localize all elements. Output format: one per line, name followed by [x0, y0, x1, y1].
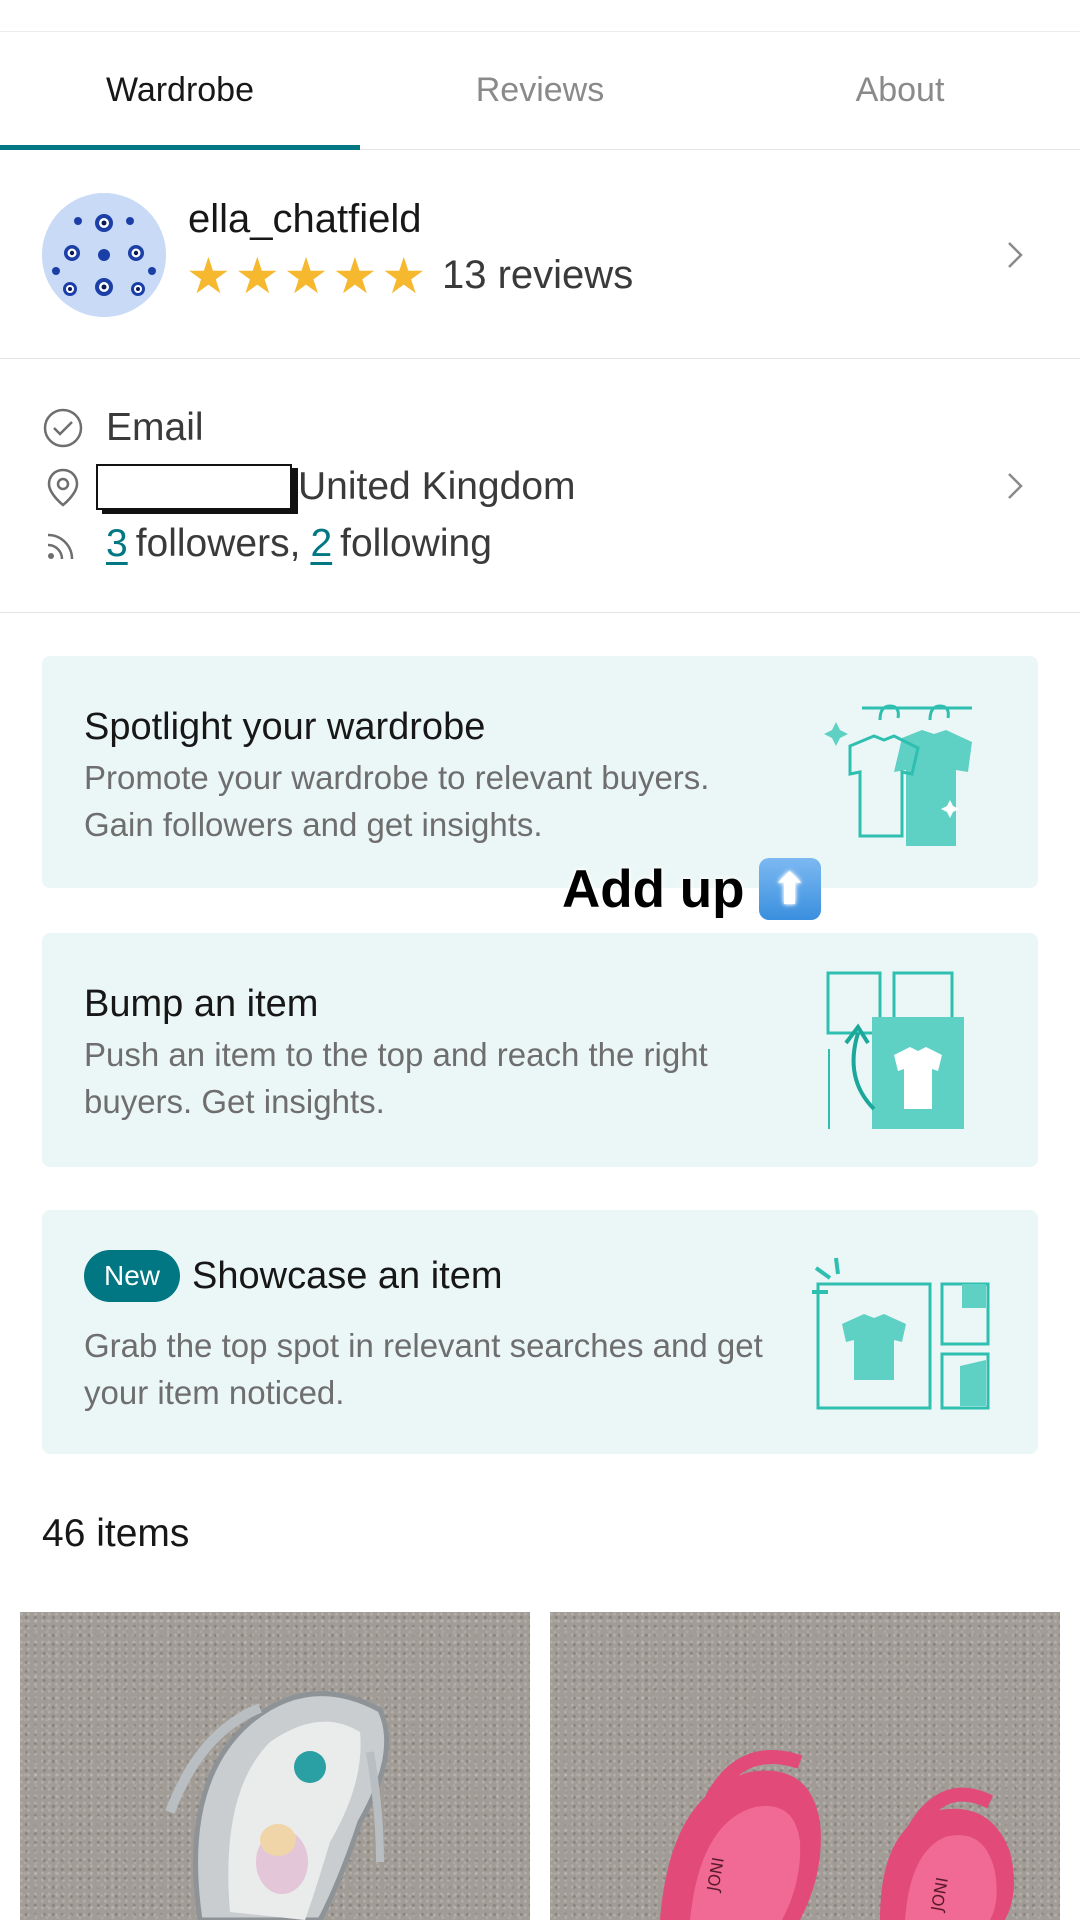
location-label: United Kingdom — [298, 465, 576, 508]
chevron-right-icon — [1008, 473, 1023, 499]
profile-summary-row[interactable]: ella_chatfield ★ ★ ★ ★ ★ 13 reviews — [0, 151, 1080, 359]
evil-eye-pattern-icon — [42, 193, 166, 317]
profile-tabs: Wardrobe Reviews About — [0, 32, 1080, 150]
star-icon: ★ — [332, 248, 378, 304]
star-icon: ★ — [381, 248, 427, 304]
following-count-link[interactable]: 2 — [310, 522, 332, 566]
profile-info-block[interactable]: Email United Kingdom 3 followers, 2 foll… — [0, 360, 1080, 613]
location-row: United Kingdom — [42, 464, 576, 510]
rating-stars: ★ ★ ★ ★ ★ — [186, 249, 426, 303]
spotlight-wardrobe-card[interactable]: Spotlight your wardrobe Promote your war… — [42, 656, 1038, 888]
reviews-count: 13 reviews — [442, 253, 634, 297]
following-label: following — [340, 522, 492, 565]
location-pin-icon — [47, 468, 79, 507]
status-bar-area — [0, 0, 1080, 32]
bump-item-icon — [826, 971, 964, 1129]
items-count: 46 items — [42, 1512, 190, 1555]
avatar — [42, 193, 166, 317]
card-description: Push an item to the top and reach the ri… — [84, 1036, 708, 1120]
star-icon: ★ — [234, 248, 280, 304]
username: ella_chatfield — [188, 197, 422, 241]
new-badge: New — [84, 1250, 181, 1302]
up-arrow-emoji-icon: ⬆ — [758, 858, 821, 920]
showcase-item-card[interactable]: New Showcase an item Grab the top spot i… — [42, 1210, 1038, 1454]
pink-sandals-image: JONI JONI — [660, 1750, 1014, 1920]
followers-row: 3 followers, 2 following — [42, 522, 492, 566]
card-title: Showcase an item — [192, 1254, 503, 1297]
star-icon: ★ — [186, 248, 231, 304]
card-title-row: New Showcase an item — [84, 1250, 503, 1302]
rss-feed-icon — [47, 533, 74, 560]
tab-wardrobe[interactable]: Wardrobe — [0, 32, 360, 150]
wardrobe-item-photo[interactable] — [20, 1612, 530, 1920]
card-description: Grab the top spot in relevant searches a… — [84, 1327, 763, 1411]
verified-row: Email — [42, 406, 204, 450]
card-title: Spotlight your wardrobe — [84, 706, 486, 748]
overlay-caption-text: Add up — [562, 859, 745, 919]
overlay-caption: Add up ⬆ — [562, 858, 821, 920]
bump-item-card[interactable]: Bump an item Push an item to the top and… — [42, 933, 1038, 1167]
card-description: Promote your wardrobe to relevant buyers… — [84, 759, 710, 843]
spotlight-clothes-icon — [824, 704, 972, 846]
followers-count-link[interactable]: 3 — [106, 522, 128, 566]
verified-label: Email — [106, 406, 204, 449]
showcase-item-icon — [812, 1257, 990, 1410]
redacted-city — [96, 464, 292, 510]
silver-sandal-image — [165, 1691, 390, 1920]
card-title: Bump an item — [84, 983, 319, 1025]
wardrobe-item-photo[interactable]: JONI JONI — [550, 1612, 1060, 1920]
chevron-right-icon — [1008, 242, 1023, 268]
tab-reviews[interactable]: Reviews — [360, 32, 720, 149]
followers-label: followers, — [135, 522, 301, 565]
profile-page: Wardrobe Reviews About ella_chatfield ★ … — [0, 0, 1080, 1920]
tab-about[interactable]: About — [720, 32, 1080, 149]
star-icon: ★ — [283, 248, 329, 304]
check-circle-icon — [43, 408, 83, 448]
